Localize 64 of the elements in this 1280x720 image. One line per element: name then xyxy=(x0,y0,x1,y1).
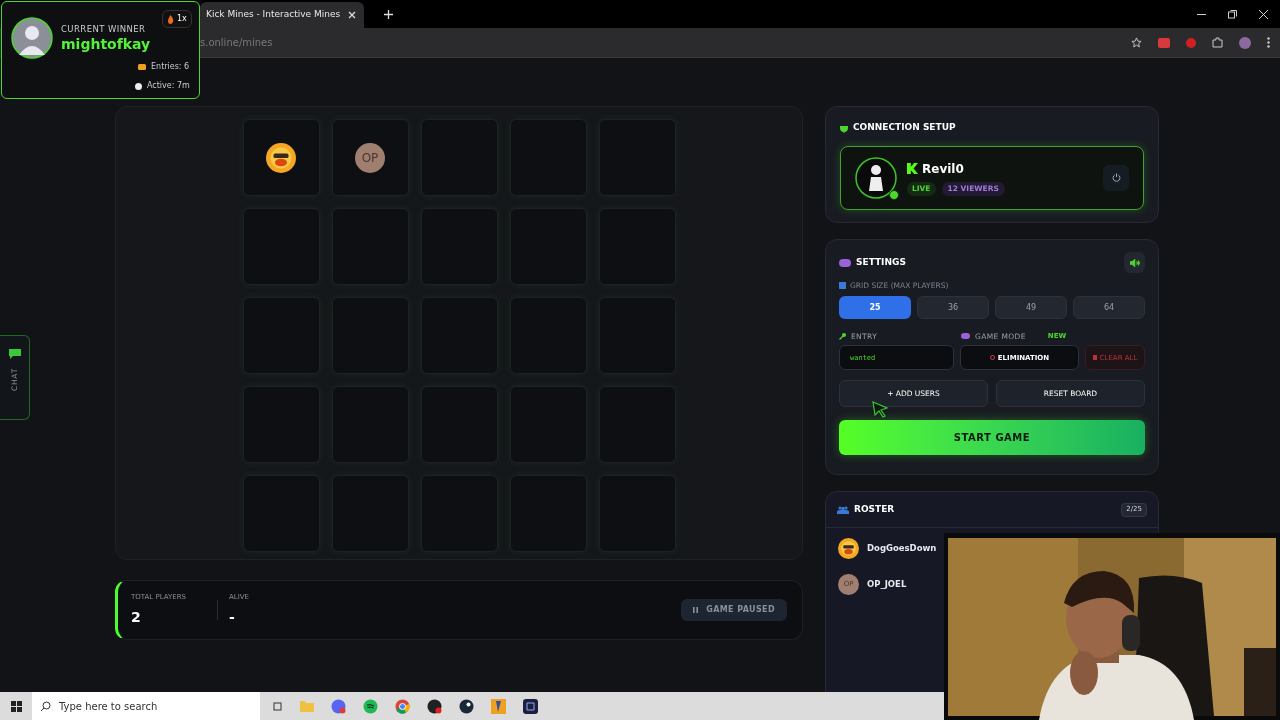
profile-icon[interactable] xyxy=(1239,36,1251,49)
winner-label: CURRENT WINNER xyxy=(61,23,146,36)
trash-icon xyxy=(1092,355,1097,361)
streak-badge: 1x xyxy=(162,10,192,28)
grid-size-option[interactable]: 49 xyxy=(995,296,1067,320)
close-window-icon[interactable] xyxy=(1259,10,1268,19)
speaker-icon xyxy=(1129,258,1140,267)
winner-name: mightofkay xyxy=(61,35,151,54)
game-icon[interactable] xyxy=(491,698,506,714)
extension-icon[interactable] xyxy=(1186,37,1196,48)
player-name: DogGoesDown xyxy=(867,542,937,555)
restore-icon[interactable] xyxy=(1228,10,1237,19)
power-icon xyxy=(1111,173,1121,182)
stat-value: - xyxy=(229,607,236,627)
key-icon xyxy=(839,332,846,340)
browser-tab[interactable]: Kick Mines - Interactive Mines xyxy=(200,2,365,28)
disconnect-button[interactable] xyxy=(1103,164,1129,191)
channel-name: Revil0 xyxy=(922,160,964,178)
card-title: SETTINGS xyxy=(856,255,906,269)
card-title: CONNECTION SETUP xyxy=(853,121,956,134)
users-icon xyxy=(837,505,849,514)
player-initials: OP xyxy=(355,142,385,173)
sound-button[interactable] xyxy=(1124,252,1145,273)
folder-icon[interactable] xyxy=(300,700,314,712)
target-icon xyxy=(989,355,995,361)
taskbar-search-field[interactable]: Type here to search xyxy=(32,692,260,720)
board-tile[interactable]: OP xyxy=(331,119,409,196)
windows-start-icon[interactable] xyxy=(10,700,22,712)
grid-size-option[interactable]: 64 xyxy=(1073,296,1145,320)
entries-text: Entries: 6 xyxy=(151,61,190,73)
grid-size-option[interactable]: 25 xyxy=(839,296,911,320)
board-tile[interactable] xyxy=(242,119,320,196)
obs-icon[interactable] xyxy=(427,698,442,714)
chrome-icon[interactable] xyxy=(395,698,410,714)
spotify-icon[interactable] xyxy=(363,698,378,714)
winner-avatar-icon xyxy=(11,17,53,59)
game-status-text: GAME PAUSED xyxy=(706,604,775,616)
grid-icon xyxy=(839,282,846,290)
address-bar[interactable]: s.online/mines xyxy=(200,30,1131,55)
kick-logo-icon xyxy=(907,163,918,174)
chat-bubble-icon xyxy=(7,348,22,360)
menu-icon[interactable] xyxy=(1267,37,1270,48)
player-avatar-icon xyxy=(838,538,859,559)
penguin-avatar-icon xyxy=(855,156,897,199)
active-time-text: Active: 7m xyxy=(147,80,190,92)
card-title: ROSTER xyxy=(854,502,895,516)
discord-icon[interactable] xyxy=(331,698,346,714)
cursor-icon xyxy=(872,401,889,418)
steam-icon[interactable] xyxy=(459,698,474,714)
pause-icon xyxy=(693,607,699,613)
start-game-button[interactable]: START GAME xyxy=(839,420,1145,456)
task-view-icon[interactable] xyxy=(272,700,283,712)
grid-size-option[interactable]: 36 xyxy=(917,296,989,320)
bookmark-star-icon[interactable] xyxy=(1131,37,1142,48)
app-icon[interactable] xyxy=(523,698,538,714)
close-icon[interactable] xyxy=(348,11,357,19)
search-icon xyxy=(40,700,51,712)
new-tab-icon[interactable] xyxy=(384,10,394,19)
tab-title: Kick Mines - Interactive Mines xyxy=(206,8,341,22)
player-name: OP_JOEL xyxy=(867,578,907,591)
player-avatar-icon xyxy=(266,142,296,173)
stat-value: 2 xyxy=(131,607,142,627)
flame-icon xyxy=(167,14,174,24)
extension-icon[interactable] xyxy=(1158,37,1170,48)
